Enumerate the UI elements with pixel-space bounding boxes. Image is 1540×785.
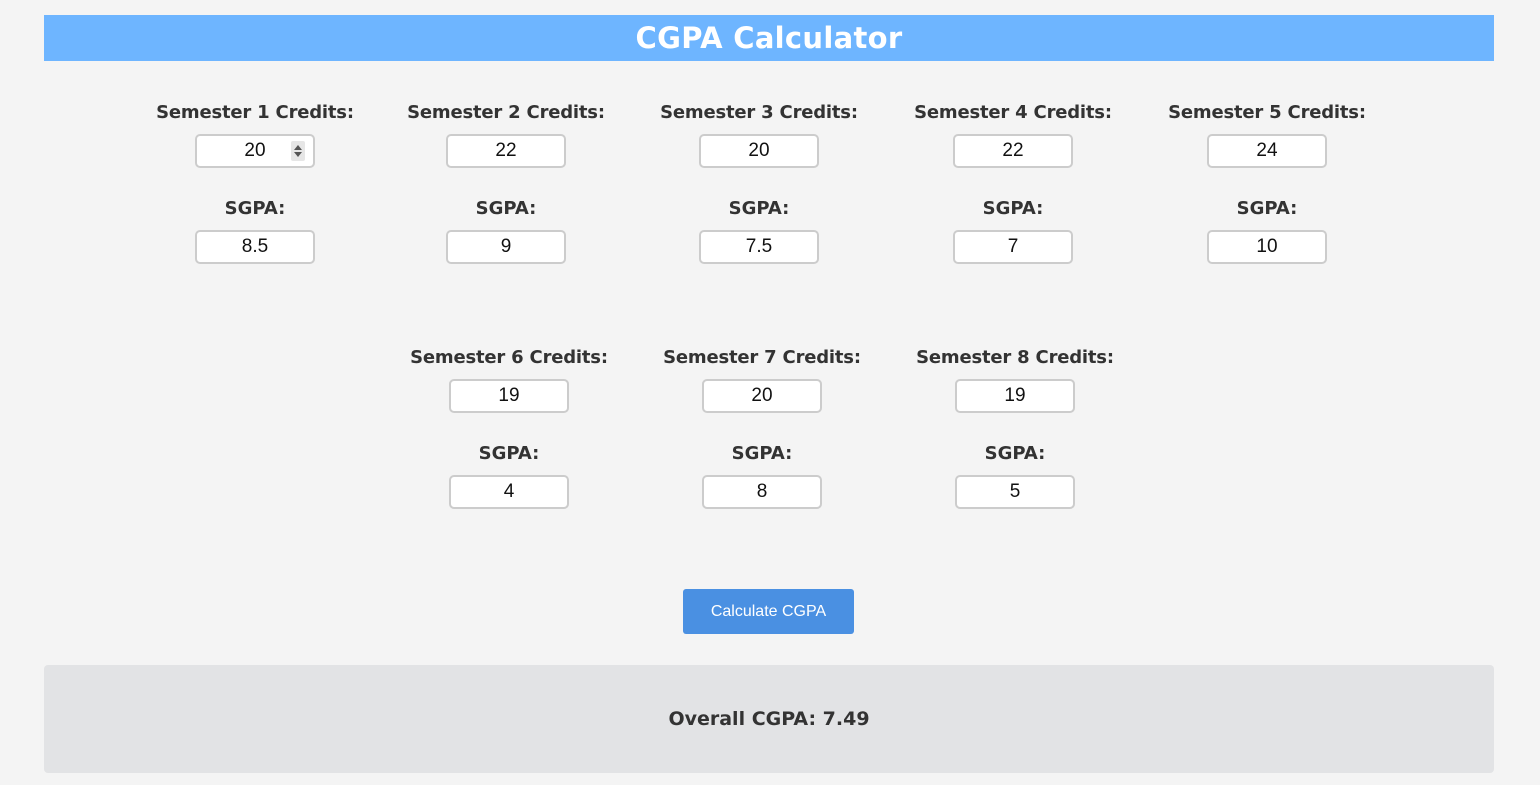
semester-7-group: Semester 7 Credits: 20 SGPA: 8 [632, 346, 892, 509]
semester-1-sgpa-input[interactable]: 8.5 [195, 230, 315, 264]
spinner-down-icon[interactable] [294, 152, 302, 157]
semester-4-sgpa-label: SGPA: [982, 198, 1044, 219]
semester-5-sgpa-input[interactable]: 10 [1207, 230, 1327, 264]
semester-2-credits-label: Semester 2 Credits: [407, 102, 605, 123]
number-spinner-icon[interactable] [291, 141, 305, 161]
semester-8-sgpa-value: 5 [1009, 481, 1021, 502]
semester-1-credits-label: Semester 1 Credits: [156, 102, 354, 123]
semester-4-credits-value: 22 [1002, 140, 1024, 161]
semester-8-credits-value: 19 [1004, 385, 1026, 406]
semester-8-group: Semester 8 Credits: 19 SGPA: 5 [885, 346, 1145, 509]
semester-6-sgpa-value: 4 [503, 481, 515, 502]
semester-3-credits-input[interactable]: 20 [699, 134, 819, 168]
semester-7-credits-value: 20 [751, 385, 773, 406]
semester-7-credits-label: Semester 7 Credits: [663, 347, 861, 368]
semester-1-credits-input[interactable]: 20 [195, 134, 315, 168]
header-bar: CGPA Calculator [44, 15, 1494, 61]
semester-7-sgpa-value: 8 [756, 481, 768, 502]
semester-2-sgpa-input[interactable]: 9 [446, 230, 566, 264]
semester-6-sgpa-input[interactable]: 4 [449, 475, 569, 509]
semester-4-sgpa-value: 7 [1007, 236, 1019, 257]
semester-4-group: Semester 4 Credits: 22 SGPA: 7 [883, 101, 1143, 264]
semester-4-credits-input[interactable]: 22 [953, 134, 1073, 168]
overall-cgpa-text: Overall CGPA: 7.49 [668, 708, 870, 730]
spinner-up-icon[interactable] [294, 145, 302, 150]
page-title: CGPA Calculator [635, 21, 903, 55]
semester-5-sgpa-value: 10 [1256, 236, 1278, 257]
result-panel: Overall CGPA: 7.49 [44, 665, 1494, 773]
semester-7-sgpa-label: SGPA: [731, 443, 793, 464]
semester-1-sgpa-label: SGPA: [224, 198, 286, 219]
semester-4-sgpa-input[interactable]: 7 [953, 230, 1073, 264]
calculate-cgpa-button[interactable]: Calculate CGPA [683, 589, 854, 634]
semester-1-credits-value: 20 [244, 140, 266, 161]
cgpa-calculator-page: CGPA Calculator Semester 1 Credits: 20 S… [0, 0, 1540, 785]
semester-3-sgpa-input[interactable]: 7.5 [699, 230, 819, 264]
semester-5-credits-input[interactable]: 24 [1207, 134, 1327, 168]
semester-6-credits-input[interactable]: 19 [449, 379, 569, 413]
semester-2-sgpa-value: 9 [500, 236, 512, 257]
semester-5-sgpa-label: SGPA: [1236, 198, 1298, 219]
semester-8-sgpa-input[interactable]: 5 [955, 475, 1075, 509]
semester-7-sgpa-input[interactable]: 8 [702, 475, 822, 509]
semester-3-group: Semester 3 Credits: 20 SGPA: 7.5 [629, 101, 889, 264]
semester-6-credits-value: 19 [498, 385, 520, 406]
semester-3-credits-label: Semester 3 Credits: [660, 102, 858, 123]
semester-2-group: Semester 2 Credits: 22 SGPA: 9 [376, 101, 636, 264]
semester-5-credits-value: 24 [1256, 140, 1278, 161]
semester-3-sgpa-value: 7.5 [745, 236, 773, 257]
semester-6-credits-label: Semester 6 Credits: [410, 347, 608, 368]
semester-8-credits-label: Semester 8 Credits: [916, 347, 1114, 368]
semester-4-credits-label: Semester 4 Credits: [914, 102, 1112, 123]
semester-2-credits-input[interactable]: 22 [446, 134, 566, 168]
semester-5-group: Semester 5 Credits: 24 SGPA: 10 [1137, 101, 1397, 264]
semester-6-group: Semester 6 Credits: 19 SGPA: 4 [379, 346, 639, 509]
semester-1-sgpa-value: 8.5 [241, 236, 269, 257]
semester-3-sgpa-label: SGPA: [728, 198, 790, 219]
semester-7-credits-input[interactable]: 20 [702, 379, 822, 413]
semester-5-credits-label: Semester 5 Credits: [1168, 102, 1366, 123]
semester-3-credits-value: 20 [748, 140, 770, 161]
semester-2-sgpa-label: SGPA: [475, 198, 537, 219]
semester-6-sgpa-label: SGPA: [478, 443, 540, 464]
semester-8-sgpa-label: SGPA: [984, 443, 1046, 464]
semester-2-credits-value: 22 [495, 140, 517, 161]
semester-1-group: Semester 1 Credits: 20 SGPA: 8.5 [125, 101, 385, 264]
semester-8-credits-input[interactable]: 19 [955, 379, 1075, 413]
